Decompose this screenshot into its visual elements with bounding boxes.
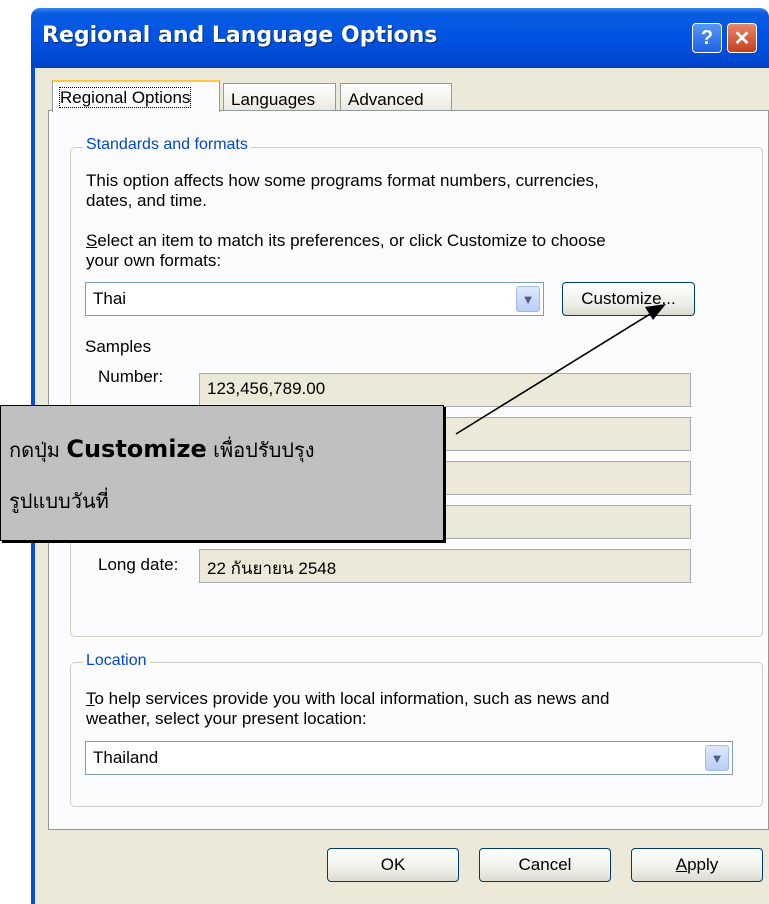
callout-arrow	[455, 304, 666, 435]
arrow-head-icon	[645, 304, 666, 320]
arrow-line	[455, 310, 656, 435]
